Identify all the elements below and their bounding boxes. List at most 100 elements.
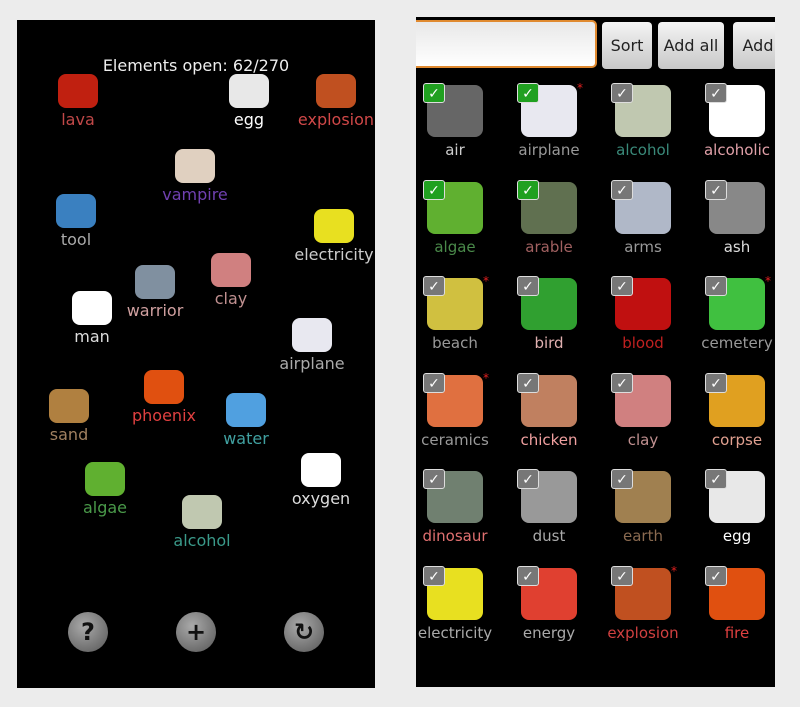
checkbox[interactable]: ✓ xyxy=(611,83,633,103)
list-item-chicken[interactable]: ✓ chicken xyxy=(502,372,596,449)
item-label: alcoholic xyxy=(703,141,771,159)
list-item-earth[interactable]: ✓ earth xyxy=(596,469,690,545)
list-item-clay[interactable]: ✓ clay xyxy=(596,372,690,449)
item-label: dinosaur xyxy=(422,527,488,545)
element-label: vampire xyxy=(162,185,228,204)
item-label: arms xyxy=(624,237,662,256)
list-item-alcoholic[interactable]: ✓ alcoholic xyxy=(690,83,775,159)
checkbox[interactable]: ✓ xyxy=(517,469,539,489)
add-button[interactable]: + xyxy=(176,612,216,652)
arable-icon: ✓ xyxy=(517,179,577,234)
list-item-electricity[interactable]: ✓ electricity xyxy=(416,565,502,642)
checkbox[interactable]: ✓ xyxy=(611,372,633,393)
list-item-blood[interactable]: ✓ blood xyxy=(596,276,690,352)
checkbox[interactable]: ✓ xyxy=(517,83,539,103)
list-item-energy[interactable]: ✓ energy xyxy=(502,565,596,642)
checkbox[interactable]: ✓ xyxy=(611,179,633,200)
list-item-fire[interactable]: ✓ fire xyxy=(690,565,775,642)
list-item-cemetery[interactable]: ✓ * cemetery xyxy=(690,274,775,352)
list-item-ash[interactable]: ✓ ash xyxy=(690,179,775,256)
checkbox[interactable]: ✓ xyxy=(705,276,727,296)
water-icon xyxy=(226,393,266,427)
checkbox[interactable]: ✓ xyxy=(423,83,445,103)
list-item-dinosaur[interactable]: ✓ dinosaur xyxy=(416,469,502,545)
alcohol-icon xyxy=(182,495,222,529)
checkbox[interactable]: ✓ xyxy=(611,276,633,296)
list-item-beach[interactable]: ✓ * beach xyxy=(416,274,502,352)
corpse-icon: ✓ xyxy=(705,372,765,427)
list-item-arms[interactable]: ✓ arms xyxy=(596,179,690,256)
clay-icon xyxy=(211,253,251,287)
electricity-icon: ✓ xyxy=(423,565,483,620)
list-item-dust[interactable]: ✓ dust xyxy=(502,469,596,545)
list-item-bird[interactable]: ✓ bird xyxy=(502,276,596,352)
list-item-egg[interactable]: ✓ egg xyxy=(690,469,775,545)
list-item-airplane[interactable]: ✓ * airplane xyxy=(502,81,596,159)
list-item-algae[interactable]: ✓ algae xyxy=(416,179,502,256)
board-element-tool[interactable]: tool xyxy=(21,194,131,249)
list-item-arable[interactable]: ✓ arable xyxy=(502,179,596,256)
oxygen-icon xyxy=(301,453,341,487)
board-element-sand[interactable]: sand xyxy=(14,389,124,444)
list-item-alcohol[interactable]: ✓ alcohol xyxy=(596,83,690,159)
item-label: corpse xyxy=(711,430,763,449)
checkbox[interactable]: ✓ xyxy=(423,276,445,296)
new-star-icon: * xyxy=(483,370,489,385)
element-label: oxygen xyxy=(291,489,351,508)
checkbox[interactable]: ✓ xyxy=(611,565,633,586)
checkbox[interactable]: ✓ xyxy=(705,565,727,586)
checkbox[interactable]: ✓ xyxy=(517,276,539,296)
energy-icon: ✓ xyxy=(517,565,577,620)
board-element-alcohol[interactable]: alcohol xyxy=(147,495,257,550)
reset-button[interactable]: ↻ xyxy=(284,612,324,652)
alcohol-icon: ✓ xyxy=(611,83,671,137)
add-button[interactable]: Add xyxy=(733,22,775,69)
checkbox[interactable]: ✓ xyxy=(517,179,539,200)
item-label: alcohol xyxy=(616,141,670,159)
board-element-electricity[interactable]: electricity xyxy=(279,209,389,264)
list-item-explosion[interactable]: ✓ * explosion xyxy=(596,564,690,642)
checkbox[interactable]: ✓ xyxy=(705,469,727,489)
workspace-board[interactable]: Elements open: 62/270 lava egg explosion va… xyxy=(17,20,375,688)
item-label: air xyxy=(445,141,465,159)
checkbox[interactable]: ✓ xyxy=(705,372,727,393)
item-label: ceramics xyxy=(421,430,489,449)
cemetery-icon: ✓ * xyxy=(705,274,771,330)
list-item-ceramics[interactable]: ✓ * ceramics xyxy=(416,371,502,449)
item-label: clay xyxy=(627,430,659,449)
egg-icon xyxy=(229,74,269,108)
board-element-oxygen[interactable]: oxygen xyxy=(266,453,376,508)
board-element-airplane[interactable]: airplane xyxy=(257,318,367,373)
sort-button[interactable]: Sort xyxy=(602,22,652,69)
item-label: blood xyxy=(622,334,664,352)
item-label: cemetery xyxy=(701,334,773,352)
board-element-explosion[interactable]: explosion xyxy=(281,74,391,129)
checkbox[interactable]: ✓ xyxy=(705,83,727,103)
add-all-button[interactable]: Add all xyxy=(658,22,724,69)
list-item-air[interactable]: ✓ air xyxy=(416,83,502,159)
element-label: alcohol xyxy=(173,531,231,550)
checkbox[interactable]: ✓ xyxy=(705,179,727,200)
board-element-lava[interactable]: lava xyxy=(23,74,133,129)
help-button[interactable]: ? xyxy=(68,612,108,652)
board-element-water[interactable]: water xyxy=(191,393,301,448)
checkbox[interactable]: ✓ xyxy=(423,372,445,393)
chicken-icon: ✓ xyxy=(517,372,577,427)
checkbox[interactable]: ✓ xyxy=(611,469,633,489)
board-element-man[interactable]: man xyxy=(37,291,147,346)
board-element-vampire[interactable]: vampire xyxy=(140,149,250,204)
item-label: airplane xyxy=(518,141,580,159)
arms-icon: ✓ xyxy=(611,179,671,234)
lava-icon xyxy=(58,74,98,108)
sand-icon xyxy=(49,389,89,423)
element-label: explosion xyxy=(297,110,375,129)
checkbox[interactable]: ✓ xyxy=(423,565,445,586)
checkbox[interactable]: ✓ xyxy=(517,565,539,586)
list-item-corpse[interactable]: ✓ corpse xyxy=(690,372,775,449)
checkbox[interactable]: ✓ xyxy=(517,372,539,393)
checkbox[interactable]: ✓ xyxy=(423,469,445,489)
board-element-algae[interactable]: algae xyxy=(50,462,160,517)
search-input[interactable] xyxy=(416,20,597,68)
new-star-icon: * xyxy=(671,563,677,578)
checkbox[interactable]: ✓ xyxy=(423,179,445,200)
